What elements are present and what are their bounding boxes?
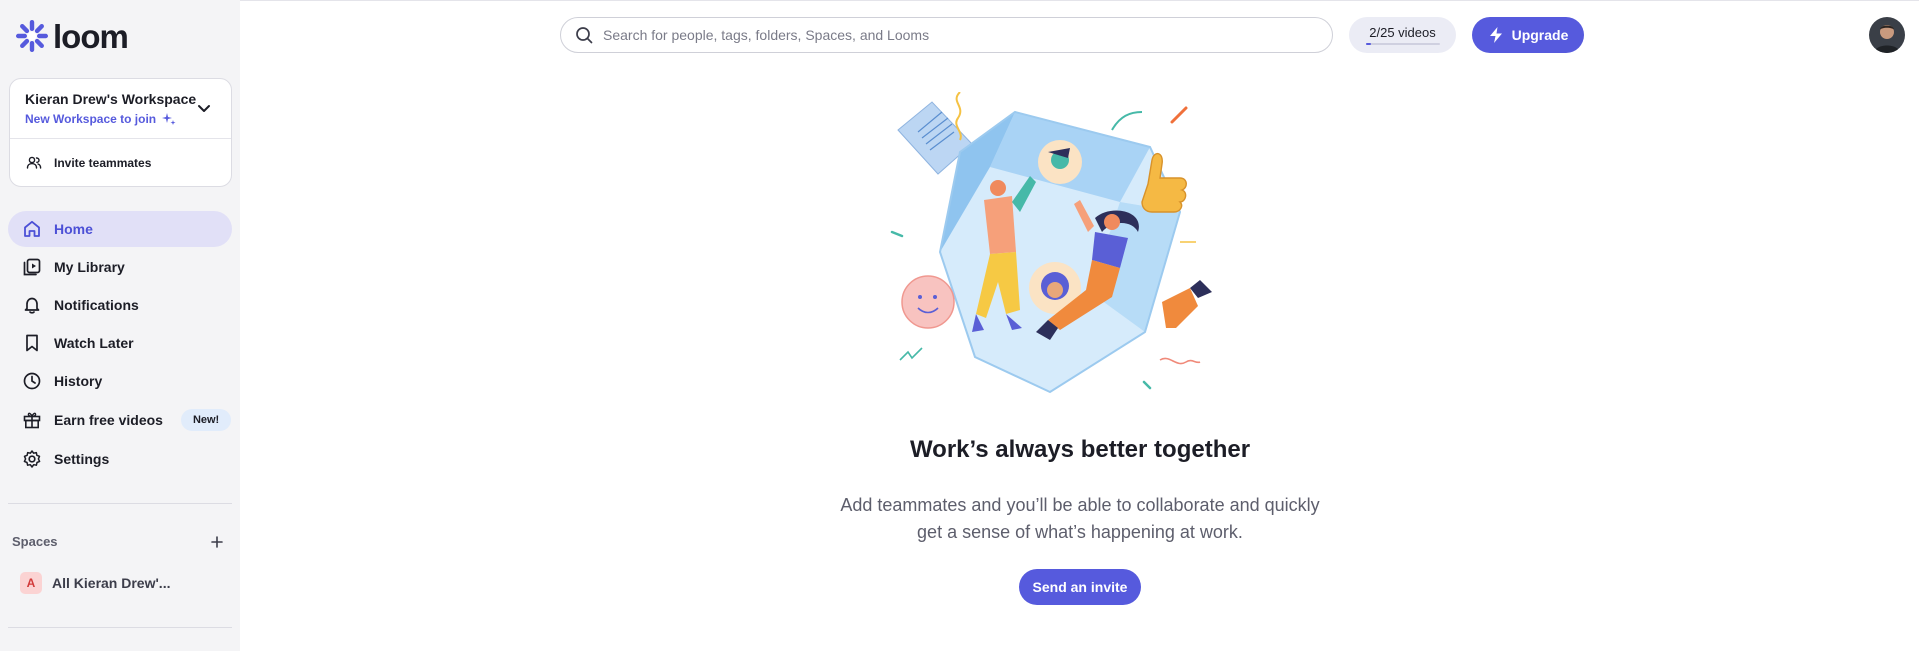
upgrade-button[interactable]: Upgrade (1472, 17, 1584, 53)
lightning-icon (1489, 27, 1502, 43)
new-workspace-link[interactable]: New Workspace to join (25, 112, 176, 126)
bookmark-icon (22, 333, 42, 353)
sidebar-divider (8, 627, 232, 628)
description-line-1: Add teammates and you’ll be able to coll… (840, 495, 1320, 515)
empty-state-headline: Work’s always better together (909, 436, 1251, 463)
library-icon (22, 257, 42, 277)
sidebar-item-notifications[interactable]: Notifications (8, 287, 232, 323)
sidebar-item-label: Home (54, 221, 93, 237)
upgrade-label: Upgrade (1511, 27, 1569, 43)
spaces-heading: Spaces (12, 534, 58, 549)
space-item-label: All Kieran Drew'... (52, 575, 171, 591)
search-bar[interactable] (560, 17, 1333, 53)
empty-state-description: Add teammates and you’ll be able to coll… (820, 492, 1340, 546)
loom-logo[interactable]: loom (15, 17, 129, 55)
sidebar-item-earn-free-videos[interactable]: Earn free videos New! (8, 401, 232, 439)
sidebar-item-label: Earn free videos (54, 412, 163, 428)
sidebar-item-label: Watch Later (54, 335, 134, 351)
sidebar-item-watch-later[interactable]: Watch Later (8, 325, 232, 361)
workspace-switcher[interactable]: Kieran Drew's Workspace New Workspace to… (10, 79, 231, 139)
user-avatar[interactable] (1869, 17, 1905, 53)
team-illustration (890, 92, 1212, 394)
new-workspace-label: New Workspace to join (25, 112, 157, 126)
logo-text: loom (53, 17, 129, 55)
people-icon (26, 156, 42, 169)
bell-icon (22, 295, 42, 315)
video-quota[interactable]: 2/25 videos (1349, 17, 1456, 53)
invite-teammates-button[interactable]: Invite teammates (10, 139, 231, 186)
sparkle-icon (162, 113, 176, 125)
clock-icon (22, 371, 42, 391)
add-space-icon[interactable] (210, 535, 224, 549)
workspace-name: Kieran Drew's Workspace (25, 91, 197, 107)
sidebar: loom Kieran Drew's Workspace New Workspa… (0, 0, 240, 651)
search-icon (576, 27, 593, 44)
spaces-header: Spaces (12, 534, 224, 549)
top-border (0, 0, 1919, 1)
chevron-down-icon[interactable] (197, 101, 211, 115)
new-badge: New! (180, 409, 232, 431)
sidebar-item-label: Notifications (54, 297, 139, 313)
sidebar-divider (8, 503, 232, 504)
send-invite-label: Send an invite (1032, 579, 1128, 595)
sidebar-item-settings[interactable]: Settings (8, 441, 232, 477)
sidebar-item-my-library[interactable]: My Library (8, 249, 232, 285)
invite-teammates-label: Invite teammates (54, 155, 152, 170)
space-avatar: A (20, 572, 42, 594)
sidebar-item-label: History (54, 373, 103, 389)
sidebar-item-home[interactable]: Home (8, 211, 232, 247)
sidebar-item-history[interactable]: History (8, 363, 232, 399)
send-invite-button[interactable]: Send an invite (1019, 569, 1141, 605)
loom-logo-icon (16, 20, 48, 52)
sidebar-nav: Home My Library Notifications Watch Late… (8, 211, 232, 479)
search-input[interactable] (603, 27, 1303, 43)
quota-progress-bar (1365, 43, 1440, 45)
quota-progress-fill (1365, 43, 1372, 45)
gift-icon (22, 410, 42, 430)
sidebar-item-label: Settings (54, 451, 110, 467)
sidebar-item-label: My Library (54, 259, 125, 275)
home-icon (22, 219, 42, 239)
workspace-card: Kieran Drew's Workspace New Workspace to… (9, 78, 232, 187)
gear-icon (22, 449, 42, 469)
description-line-2: get a sense of what’s happening at work. (917, 522, 1243, 542)
space-item-all[interactable]: A All Kieran Drew'... (20, 572, 170, 594)
quota-label: 2/25 videos (1369, 25, 1436, 40)
